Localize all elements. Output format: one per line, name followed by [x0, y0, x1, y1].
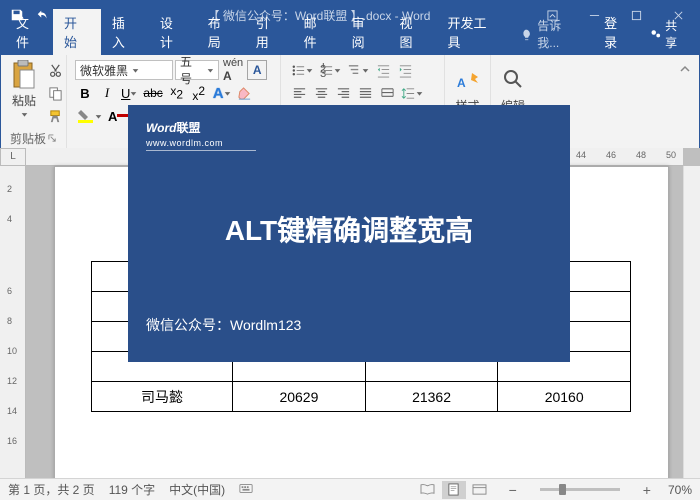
tab-developer[interactable]: 开发工具	[436, 9, 510, 55]
tab-view[interactable]: 视图	[389, 9, 437, 55]
tell-me[interactable]: 告诉我...	[510, 13, 594, 55]
collapse-ribbon-button[interactable]	[675, 59, 695, 79]
font-name-combo[interactable]: 微软雅黑	[75, 60, 173, 80]
svg-text:A: A	[457, 76, 466, 90]
tab-layout[interactable]: 布局	[197, 9, 245, 55]
align-center-button[interactable]	[311, 83, 331, 103]
ruler-corner[interactable]: L	[0, 148, 26, 166]
overlay-subtitle: 微信公众号：Wordlm123	[146, 315, 552, 335]
font-size-combo[interactable]: 五号	[175, 60, 219, 80]
zoom-out-button[interactable]: −	[506, 482, 520, 498]
clipboard-label: 剪贴板	[10, 130, 46, 147]
share-button[interactable]: 共享	[640, 13, 699, 55]
subscript-button[interactable]: x2	[167, 83, 187, 103]
tab-file[interactable]: 文件	[5, 9, 53, 55]
print-layout-button[interactable]	[442, 481, 466, 499]
vertical-ruler[interactable]: 2 4 6 8 10 12 14 16	[0, 166, 26, 478]
align-right-button[interactable]	[333, 83, 353, 103]
text-effects-button[interactable]: A	[211, 83, 233, 103]
tab-mailings[interactable]: 邮件	[293, 9, 341, 55]
zoom-level[interactable]: 70%	[668, 483, 692, 497]
decrease-indent-button[interactable]	[373, 60, 393, 80]
strikethrough-button[interactable]: abc	[141, 83, 164, 103]
tab-review[interactable]: 审阅	[341, 9, 389, 55]
tab-home[interactable]: 开始	[53, 9, 101, 55]
svg-text:3: 3	[320, 68, 326, 78]
clear-formatting-button[interactable]	[235, 83, 255, 103]
distributed-button[interactable]	[377, 83, 397, 103]
cut-button[interactable]	[45, 60, 65, 80]
overlay-url: www.wordlm.com	[146, 138, 256, 151]
italic-button[interactable]: I	[97, 83, 117, 103]
underline-button[interactable]: U	[119, 83, 139, 103]
format-painter-button[interactable]	[45, 106, 65, 126]
bullets-button[interactable]	[289, 60, 315, 80]
overlay-title: ALT键精确调整宽高	[146, 209, 552, 249]
align-justify-button[interactable]	[355, 83, 375, 103]
tab-design[interactable]: 设计	[149, 9, 197, 55]
paste-button[interactable]: 粘贴	[7, 58, 41, 120]
clipboard-dialog-launcher[interactable]	[48, 132, 57, 146]
status-input-mode-icon[interactable]	[239, 481, 253, 498]
character-border-button[interactable]: A	[247, 60, 267, 80]
copy-button[interactable]	[45, 83, 65, 103]
numbering-button[interactable]: 123	[317, 60, 343, 80]
multilevel-list-button[interactable]	[345, 60, 371, 80]
sign-in[interactable]: 登录	[594, 9, 640, 55]
phonetic-guide-button[interactable]: wénA	[221, 60, 245, 80]
vertical-scrollbar[interactable]	[683, 166, 700, 478]
align-left-button[interactable]	[289, 83, 309, 103]
zoom-in-button[interactable]: +	[640, 482, 654, 498]
increase-indent-button[interactable]	[395, 60, 415, 80]
splash-overlay: Word联盟 www.wordlm.com ALT键精确调整宽高 微信公众号：W…	[128, 105, 570, 362]
bold-button[interactable]: B	[75, 83, 95, 103]
tab-references[interactable]: 引用	[245, 9, 293, 55]
line-spacing-button[interactable]	[399, 83, 425, 103]
status-word-count[interactable]: 119 个字	[109, 481, 155, 498]
superscript-button[interactable]: x2	[189, 83, 209, 103]
zoom-slider[interactable]	[540, 488, 620, 491]
table-row: 司马懿 20629 21362 20160	[92, 382, 631, 412]
tab-insert[interactable]: 插入	[101, 9, 149, 55]
status-page[interactable]: 第 1 页，共 2 页	[8, 481, 95, 498]
text-highlight-button[interactable]	[75, 106, 104, 126]
read-mode-button[interactable]	[416, 481, 440, 499]
status-language[interactable]: 中文(中国)	[169, 481, 225, 498]
web-layout-button[interactable]	[468, 481, 492, 499]
